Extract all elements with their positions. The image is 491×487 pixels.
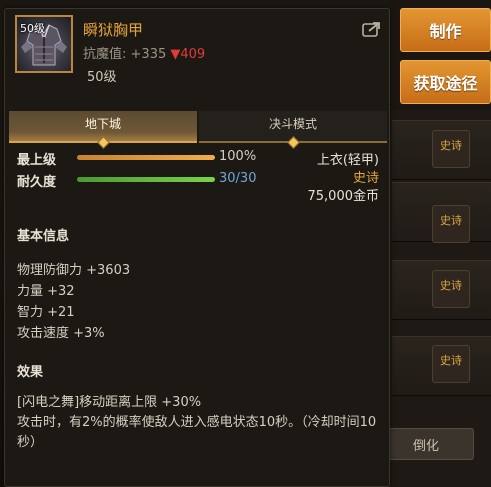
item-price: 75,000金币 <box>307 189 380 204</box>
quality-label: 最上级 <box>17 153 57 168</box>
grade-tag: 史诗 <box>432 205 470 243</box>
tab-pvp-label: 决斗模式 <box>268 117 317 131</box>
item-slot: 上衣(轻甲) <box>316 153 379 168</box>
durability-row: 耐久度 <box>17 171 67 190</box>
effect-title: 效果 <box>17 365 44 380</box>
resist-diff: ▼409 <box>170 47 206 62</box>
resist-label: 抗魔值: <box>83 47 127 62</box>
grade-tag: 史诗 <box>432 270 470 308</box>
tab-marker-icon <box>287 136 300 149</box>
tab-marker-icon <box>97 136 110 149</box>
item-icon: 50级 <box>15 15 73 73</box>
grade-tag: 史诗 <box>432 345 470 383</box>
grade-tag: 史诗 <box>432 130 470 168</box>
item-grade: 史诗 <box>352 171 379 186</box>
quality-bar-fill <box>77 155 215 160</box>
quality-row: 最上级 <box>17 149 67 168</box>
quality-value: 100% <box>219 149 257 164</box>
mode-tabs: 地下城 决斗模式 <box>9 111 387 149</box>
craft-button[interactable]: 制作 <box>400 8 491 52</box>
effect-line: 攻击时，有2%的概率使敌人进入感电状态10秒。（冷却时间10秒） <box>17 415 377 450</box>
basic-info-title: 基本信息 <box>17 229 70 244</box>
durability-bar <box>77 177 215 182</box>
attribute-line: 物理防御力 +3603 <box>17 263 131 278</box>
item-name: 瞬狱胸甲 <box>83 21 144 39</box>
obtain-route-button[interactable]: 获取途径 <box>400 60 491 104</box>
attribute-line: 力量 +32 <box>17 284 75 299</box>
item-tooltip: 50级 瞬狱胸甲 抗魔值: +335 ▼409 50级 地下城 决斗模式 最上级 <box>4 8 390 487</box>
attribute-line: 智力 +21 <box>17 305 75 320</box>
durability-bar-fill <box>77 177 215 182</box>
icon-level-label: 50级 <box>20 22 45 35</box>
tab-dungeon[interactable]: 地下城 <box>9 111 197 149</box>
effect-line: [闪电之舞]移动距离上限 +30% <box>17 395 202 410</box>
share-icon[interactable] <box>362 21 382 37</box>
durability-value: 30/30 <box>219 171 257 186</box>
background-bottom-button[interactable]: 倒化 <box>378 428 474 460</box>
attribute-line: 攻击速度 +3% <box>17 326 105 341</box>
item-level: 50级 <box>87 70 117 85</box>
quality-bar <box>77 155 215 160</box>
tab-pvp[interactable]: 决斗模式 <box>199 111 387 149</box>
resist-value: +335 <box>130 47 167 62</box>
tooltip-header: 50级 瞬狱胸甲 抗魔值: +335 ▼409 50级 <box>5 9 389 107</box>
magic-resist-row: 抗魔值: +335 ▼409 <box>83 43 205 62</box>
tab-dungeon-label: 地下城 <box>84 117 121 131</box>
durability-label: 耐久度 <box>17 175 57 190</box>
